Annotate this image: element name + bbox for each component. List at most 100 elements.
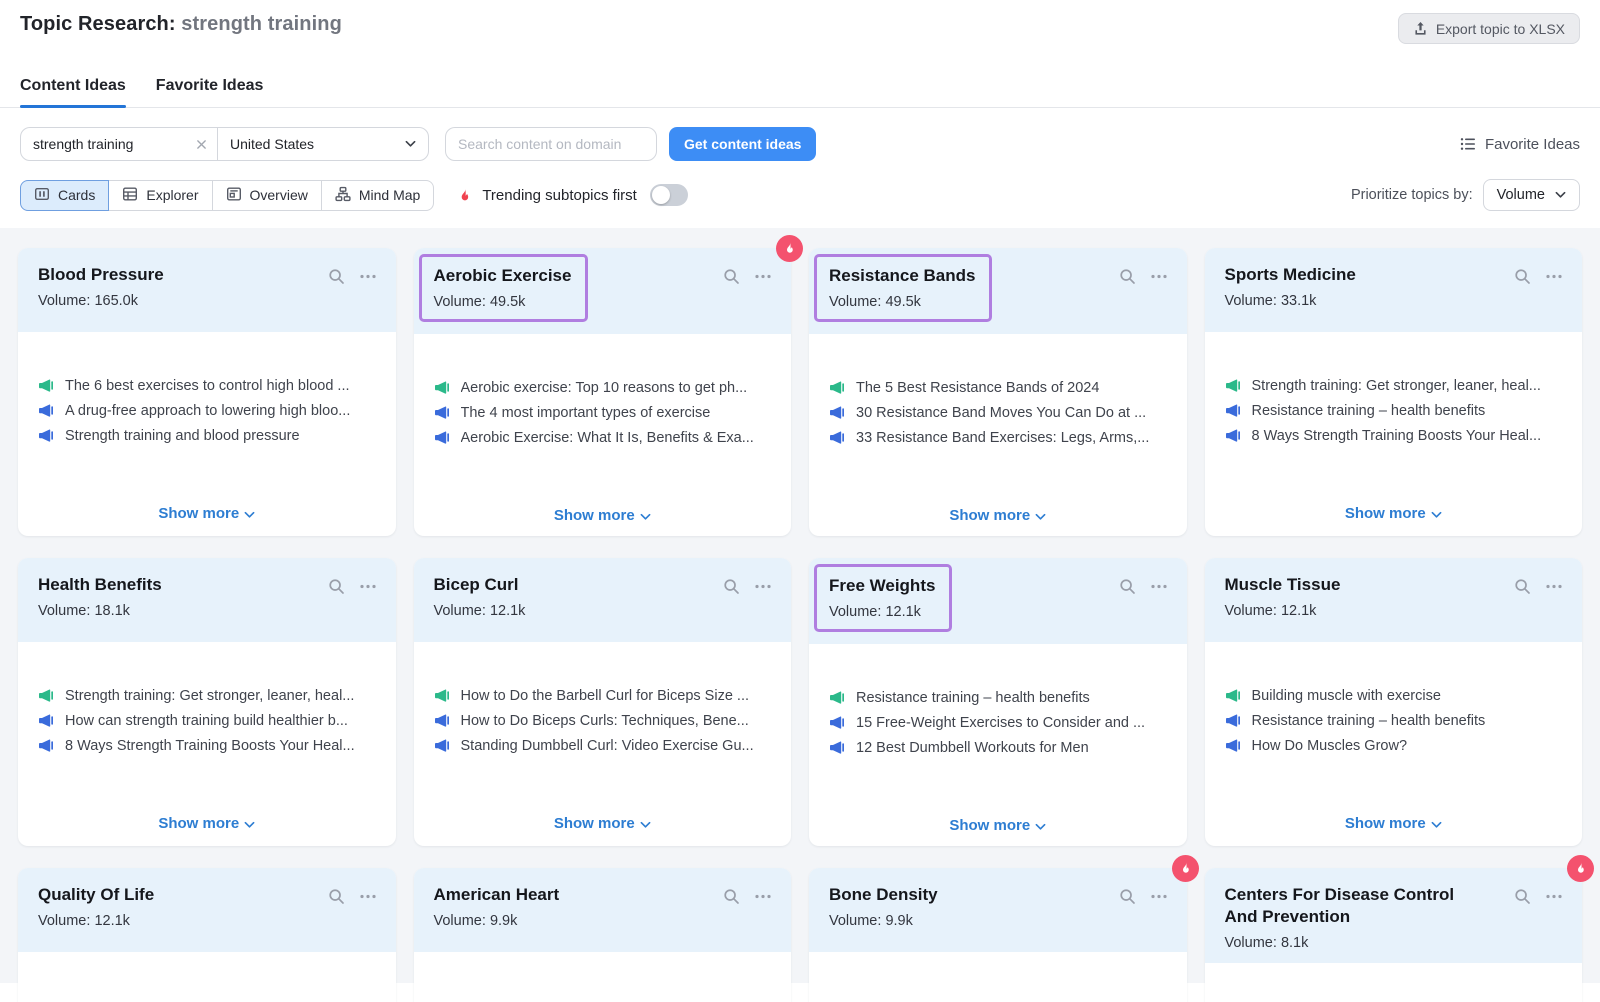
chevron-down-icon xyxy=(1035,511,1046,521)
show-more-button[interactable]: Show more xyxy=(158,505,255,522)
show-more-button[interactable]: Show more xyxy=(949,507,1046,524)
topic-card-actions xyxy=(328,888,376,905)
idea-text: The 5 Best Resistance Bands of 2024 xyxy=(856,380,1099,396)
topic-card-body: Building muscle with exerciseResistance … xyxy=(1205,642,1583,846)
search-icon[interactable] xyxy=(1514,268,1531,285)
search-icon[interactable] xyxy=(723,888,740,905)
more-icon[interactable] xyxy=(360,584,376,589)
show-more-button[interactable]: Show more xyxy=(1345,815,1442,832)
search-icon[interactable] xyxy=(1119,268,1136,285)
trending-toggle[interactable] xyxy=(650,184,688,206)
volume-value: 165.0k xyxy=(94,293,138,309)
export-xlsx-button[interactable]: Export topic to XLSX xyxy=(1398,13,1580,44)
tab-content-ideas[interactable]: Content Ideas xyxy=(20,77,126,107)
topic-title: Blood Pressure xyxy=(38,264,164,286)
search-icon[interactable] xyxy=(1119,888,1136,905)
more-icon[interactable] xyxy=(755,584,771,589)
show-more-button[interactable]: Show more xyxy=(949,817,1046,834)
page-title-prefix: Topic Research: xyxy=(20,13,176,35)
idea-item: Strength training: Get stronger, leaner,… xyxy=(1225,378,1563,394)
megaphone-icon xyxy=(1225,428,1241,444)
show-more-label: Show more xyxy=(554,507,635,524)
keyword-country-group: United States xyxy=(20,127,429,161)
topic-card-header: Aerobic ExerciseVolume: 49.5k xyxy=(414,248,792,334)
topic-card-actions xyxy=(1514,578,1562,595)
show-more-wrap: Show more xyxy=(414,507,792,525)
search-icon[interactable] xyxy=(1514,888,1531,905)
topic-card: Centers For Disease Control And Preventi… xyxy=(1205,868,1583,1002)
show-more-wrap: Show more xyxy=(809,817,1187,835)
volume-label: Volume: xyxy=(1225,603,1277,619)
topic-card-body: The 6 best exercises to control high blo… xyxy=(18,332,396,536)
more-icon[interactable] xyxy=(755,894,771,899)
idea-item: Aerobic exercise: Top 10 reasons to get … xyxy=(434,380,772,396)
view-cards-button[interactable]: Cards xyxy=(20,180,109,211)
megaphone-icon xyxy=(1225,688,1241,704)
search-icon[interactable] xyxy=(1514,578,1531,595)
more-icon[interactable] xyxy=(1546,274,1562,279)
search-icon[interactable] xyxy=(723,578,740,595)
keyword-input[interactable] xyxy=(33,136,196,152)
get-content-ideas-button[interactable]: Get content ideas xyxy=(669,127,816,161)
search-icon[interactable] xyxy=(1119,578,1136,595)
search-icon[interactable] xyxy=(723,268,740,285)
search-icon[interactable] xyxy=(328,888,345,905)
idea-item: 12 Best Dumbbell Workouts for Men xyxy=(829,740,1167,756)
tab-content-ideas-label: Content Ideas xyxy=(20,77,126,94)
idea-text: The 6 best exercises to control high blo… xyxy=(65,378,350,394)
more-icon[interactable] xyxy=(1546,584,1562,589)
idea-item: Strength training: Get stronger, leaner,… xyxy=(38,688,376,704)
show-more-button[interactable]: Show more xyxy=(1345,505,1442,522)
domain-search-input[interactable] xyxy=(445,127,657,161)
topic-card-body xyxy=(414,952,792,1002)
topic-volume: Volume: 9.9k xyxy=(829,913,938,929)
view-overview-button[interactable]: Overview xyxy=(212,180,322,211)
more-icon[interactable] xyxy=(1151,894,1167,899)
idea-text: 12 Best Dumbbell Workouts for Men xyxy=(856,740,1089,756)
idea-item: How to Do the Barbell Curl for Biceps Si… xyxy=(434,688,772,704)
country-select[interactable]: United States xyxy=(218,128,428,160)
more-icon[interactable] xyxy=(755,274,771,279)
topic-card: Resistance BandsVolume: 49.5kThe 5 Best … xyxy=(809,248,1187,536)
topic-card-header: Centers For Disease Control And Preventi… xyxy=(1205,868,1583,963)
volume-label: Volume: xyxy=(829,913,881,929)
more-icon[interactable] xyxy=(1151,274,1167,279)
more-icon[interactable] xyxy=(360,274,376,279)
idea-item: 33 Resistance Band Exercises: Legs, Arms… xyxy=(829,430,1167,446)
more-icon[interactable] xyxy=(1151,584,1167,589)
keyword-field-wrap xyxy=(21,128,217,160)
topic-card-header: Muscle TissueVolume: 12.1k xyxy=(1205,558,1583,642)
volume-value: 18.1k xyxy=(94,603,129,619)
more-icon[interactable] xyxy=(1546,894,1562,899)
clear-keyword-icon[interactable] xyxy=(196,139,207,150)
show-more-button[interactable]: Show more xyxy=(554,815,651,832)
chevron-down-icon xyxy=(1555,191,1566,199)
idea-text: Standing Dumbbell Curl: Video Exercise G… xyxy=(461,738,754,754)
topic-title: Quality Of Life xyxy=(38,884,154,906)
topic-card: Quality Of LifeVolume: 12.1k xyxy=(18,868,396,1002)
show-more-wrap: Show more xyxy=(414,815,792,833)
prioritize-select[interactable]: Volume xyxy=(1483,179,1580,211)
volume-label: Volume: xyxy=(38,913,90,929)
topic-card-body xyxy=(1205,963,1583,1002)
view-mind-map-button[interactable]: Mind Map xyxy=(321,180,434,211)
topic-card-body xyxy=(809,952,1187,1002)
tab-favorite-ideas[interactable]: Favorite Ideas xyxy=(156,77,264,107)
volume-label: Volume: xyxy=(434,294,486,310)
idea-item: 8 Ways Strength Training Boosts Your Hea… xyxy=(38,738,376,754)
view-explorer-button[interactable]: Explorer xyxy=(108,180,212,211)
topic-title: Centers For Disease Control And Preventi… xyxy=(1225,884,1465,928)
idea-text: Aerobic Exercise: What It Is, Benefits &… xyxy=(461,430,754,446)
idea-item: Strength training and blood pressure xyxy=(38,428,376,444)
show-more-button[interactable]: Show more xyxy=(554,507,651,524)
more-icon[interactable] xyxy=(360,894,376,899)
topic-card-header: Free WeightsVolume: 12.1k xyxy=(809,558,1187,644)
topic-card-header: American HeartVolume: 9.9k xyxy=(414,868,792,952)
idea-item: 30 Resistance Band Moves You Can Do at .… xyxy=(829,405,1167,421)
show-more-button[interactable]: Show more xyxy=(158,815,255,832)
search-icon[interactable] xyxy=(328,268,345,285)
idea-item: 8 Ways Strength Training Boosts Your Hea… xyxy=(1225,428,1563,444)
search-icon[interactable] xyxy=(328,578,345,595)
favorite-ideas-link[interactable]: Favorite Ideas xyxy=(1460,136,1580,153)
megaphone-icon xyxy=(434,430,450,446)
